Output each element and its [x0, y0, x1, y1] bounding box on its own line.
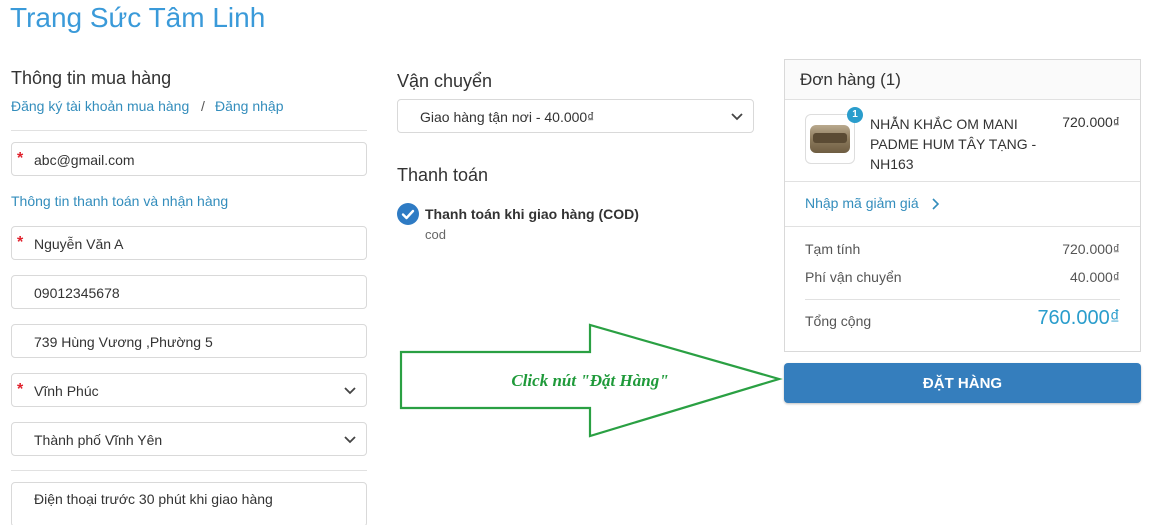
quantity-badge: 1 — [847, 107, 863, 123]
full-name-field[interactable]: * Nguyễn Văn A — [11, 226, 367, 260]
full-name-value: Nguyễn Văn A — [34, 236, 124, 252]
product-name: NHẪN KHẮC OM MANI PADME HUM TÂY TẠNG - N… — [870, 116, 1037, 172]
note-value: Điện thoại trước 30 phút khi giao hàng — [34, 491, 273, 507]
province-value: Vĩnh Phúc — [34, 383, 99, 399]
total-label: Tổng cộng — [805, 313, 872, 329]
address-value: 739 Hùng Vương ,Phường 5 — [34, 334, 213, 350]
customer-info-heading: Thông tin mua hàng — [11, 68, 172, 88]
chevron-down-icon — [344, 436, 356, 444]
divider — [805, 299, 1120, 300]
check-icon — [401, 209, 415, 220]
ring-band-image — [813, 133, 847, 143]
payment-radio-checked[interactable] — [397, 203, 419, 225]
subtotal-label: Tạm tính — [805, 241, 861, 257]
login-link[interactable]: Đăng nhập — [215, 98, 284, 114]
annotation-text: Click nút "Đặt Hàng" — [511, 371, 669, 390]
divider — [11, 130, 367, 131]
shipping-heading: Vận chuyển — [397, 71, 493, 91]
subtotal-value: 720.000₫ — [1062, 241, 1120, 257]
phone-field[interactable]: 09012345678 — [11, 275, 367, 309]
address-field[interactable]: 739 Hùng Vương ,Phường 5 — [11, 324, 367, 358]
shipping-method-select[interactable]: Giao hàng tận nơi - 40.000₫ — [397, 99, 754, 133]
order-summary-header: Đơn hàng (1) — [785, 60, 1140, 100]
phone-value: 09012345678 — [34, 285, 120, 301]
district-value: Thành phố Vĩnh Yên — [34, 432, 163, 448]
order-summary: Đơn hàng (1) 1 NHẪN KHẮC OM MANI PADME H… — [784, 59, 1141, 352]
register-link[interactable]: Đăng ký tài khoản mua hàng — [11, 98, 189, 114]
email-value: abc@gmail.com — [34, 152, 135, 168]
link-separator: / — [201, 98, 205, 114]
divider — [785, 226, 1140, 227]
required-marker: * — [17, 150, 24, 167]
chevron-down-icon — [731, 113, 743, 121]
shipping-fee-label: Phí vận chuyển — [805, 269, 902, 285]
payment-method-label[interactable]: Thanh toán khi giao hàng (COD) — [425, 206, 639, 222]
divider — [785, 181, 1140, 182]
chevron-down-icon — [344, 387, 356, 395]
payment-method-code: cod — [425, 227, 446, 242]
product-price: 720.000₫ — [1062, 114, 1120, 130]
order-heading: Đơn hàng (1) — [800, 70, 901, 89]
district-select[interactable]: Thành phố Vĩnh Yên — [11, 422, 367, 456]
divider — [11, 470, 367, 471]
total-value: 760.000₫ — [1037, 307, 1120, 329]
province-select[interactable]: * Vĩnh Phúc — [11, 373, 367, 407]
required-marker: * — [17, 381, 24, 398]
required-marker: * — [17, 234, 24, 251]
discount-code-link[interactable]: Nhập mã giảm giá — [805, 195, 919, 211]
place-order-button[interactable]: ĐẶT HÀNG — [784, 363, 1141, 403]
note-textarea[interactable]: Điện thoại trước 30 phút khi giao hàng — [11, 482, 367, 525]
chevron-right-icon[interactable] — [930, 198, 940, 210]
shop-title: Trang Sức Tâm Linh — [10, 2, 266, 33]
email-field[interactable]: * abc@gmail.com — [11, 142, 367, 176]
order-summary-body: 1 NHẪN KHẮC OM MANI PADME HUM TÂY TẠNG -… — [785, 100, 1140, 351]
shipping-method-value: Giao hàng tận nơi - 40.000₫ — [420, 109, 595, 125]
payment-heading: Thanh toán — [397, 165, 489, 185]
product-thumbnail — [805, 114, 855, 164]
billing-info-link[interactable]: Thông tin thanh toán và nhận hàng — [11, 193, 228, 209]
shipping-fee-value: 40.000₫ — [1069, 269, 1120, 285]
